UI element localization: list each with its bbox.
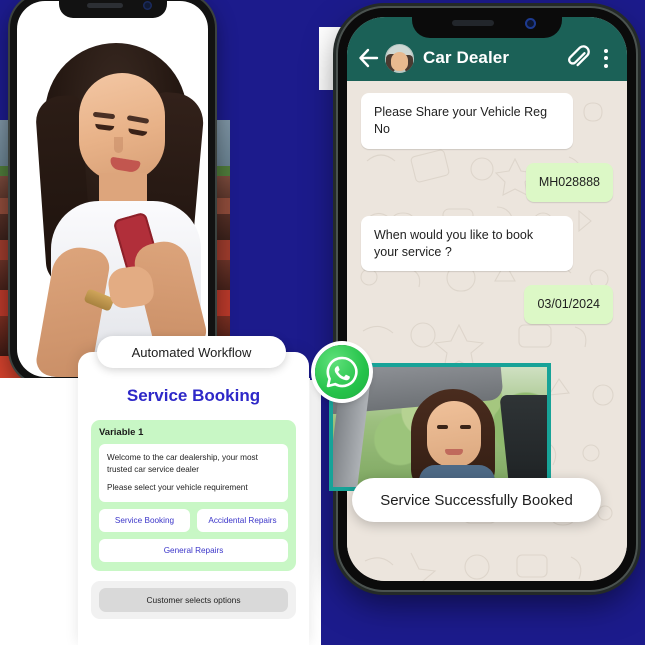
- whatsapp-logo-icon: [315, 345, 369, 399]
- front-camera-icon: [525, 18, 536, 29]
- workflow-message-line: Please select your vehicle requirement: [107, 482, 248, 492]
- page-title: Service Booking: [126, 386, 261, 405]
- background-panel-mid: [229, 0, 321, 380]
- message-bubble-incoming: Please Share your Vehicle Reg No: [361, 93, 573, 149]
- message-bubble-outgoing: MH028888: [525, 162, 613, 202]
- workflow-option-row: Service Booking Accidental Repairs: [99, 508, 288, 532]
- workflow-variable-block: Variable 1 Welcome to the car dealership…: [91, 420, 296, 571]
- paperclip-icon[interactable]: [565, 45, 591, 71]
- screenshot-root: Car Dealer Please Share your Vehicle Reg…: [0, 0, 645, 645]
- workflow-option-general-repairs[interactable]: General Repairs: [99, 538, 288, 562]
- left-phone-mockup: [10, 0, 215, 384]
- workflow-option-service-booking[interactable]: Service Booking: [99, 508, 190, 532]
- automated-workflow-pill: Automated Workflow: [97, 336, 286, 368]
- workflow-option-accidental-repairs[interactable]: Accidental Repairs: [197, 508, 288, 532]
- whatsapp-phone-notch: [412, 8, 562, 38]
- variable-label: Variable 1: [99, 427, 144, 438]
- background-white-bottom: [0, 378, 80, 645]
- woman-using-smartphone-photo: [17, 1, 208, 377]
- workflow-message-line: Welcome to the car dealership, your most…: [107, 453, 258, 474]
- customer-selects-options-button[interactable]: Customer selects options: [99, 587, 288, 612]
- message-bubble-outgoing: 03/01/2024: [524, 285, 613, 325]
- chat-contact-name: Car Dealer: [423, 48, 510, 67]
- kebab-menu-icon[interactable]: [597, 46, 615, 70]
- earpiece-speaker: [452, 20, 494, 26]
- workflow-footer-section: Customer selects options: [91, 580, 296, 619]
- avatar[interactable]: [385, 43, 414, 73]
- arrow-left-icon[interactable]: [357, 47, 381, 69]
- front-camera-icon: [142, 1, 152, 10]
- workflow-card: Service Booking Variable 1 Welcome to th…: [78, 352, 309, 645]
- success-banner: Service Successfully Booked: [352, 478, 601, 522]
- earpiece-speaker: [86, 3, 123, 8]
- message-bubble-incoming: When would you like to book your service…: [361, 215, 573, 272]
- workflow-message-box: Welcome to the car dealership, your most…: [99, 444, 288, 502]
- left-phone-notch: [58, 0, 167, 18]
- left-phone-screen: [17, 1, 208, 377]
